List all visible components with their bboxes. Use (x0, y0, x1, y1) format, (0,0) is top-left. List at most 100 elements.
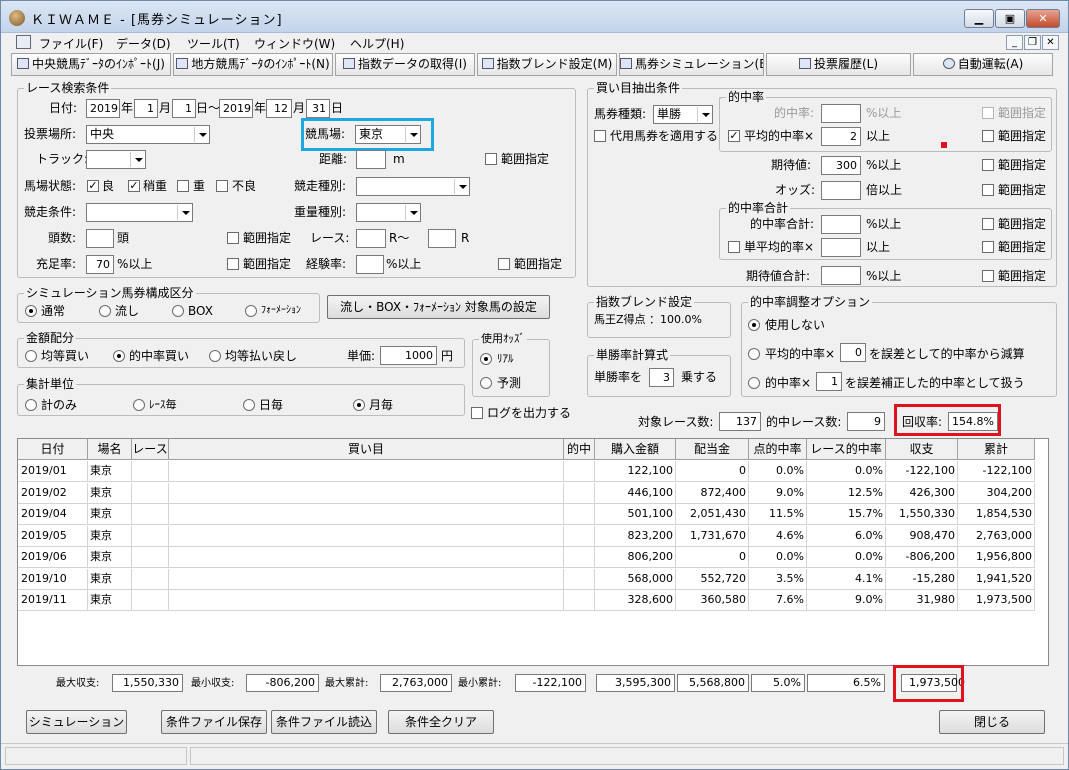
odds-real-radio[interactable] (480, 353, 492, 365)
unit-price-input[interactable]: 1000 (380, 346, 437, 365)
to-day-input[interactable]: 31 (306, 99, 330, 118)
distance-range-checkbox[interactable] (485, 153, 497, 165)
agg-day-radio[interactable] (243, 399, 255, 411)
sim-box-radio[interactable] (172, 305, 184, 317)
column-header[interactable]: 累計 (958, 439, 1035, 460)
set-target-horse-button[interactable]: 流し・BOX・ﾌｫｰﾒｰｼｮﾝ 対象馬の設定 (327, 295, 550, 319)
single-range-checkbox[interactable] (982, 241, 994, 253)
column-header[interactable]: 日付 (18, 439, 88, 460)
weight-select[interactable] (356, 203, 421, 222)
money-payout-radio[interactable] (209, 350, 221, 362)
adjust-none-radio[interactable] (748, 319, 760, 331)
hit-range-checkbox[interactable] (982, 107, 994, 119)
menu-window[interactable]: ウィンドウ(W) (254, 35, 335, 52)
auto-run-button[interactable]: 自動運転(A) (913, 53, 1053, 76)
to-month-input[interactable]: 12 (266, 99, 292, 118)
adjust-sub-radio[interactable] (748, 348, 760, 360)
vote-history-button[interactable]: 投票履歴(L) (766, 53, 911, 76)
money-hit-radio[interactable] (113, 350, 125, 362)
minimize-icon[interactable]: ▁ (964, 9, 994, 28)
ev-sum-input[interactable] (821, 266, 861, 285)
exp-range-checkbox[interactable] (498, 258, 510, 270)
ev-input[interactable]: 300 (821, 156, 861, 175)
save-cond-button[interactable]: 条件ファイル保存 (161, 710, 267, 734)
avg-input[interactable]: 2 (821, 127, 861, 146)
agg-month-radio[interactable] (353, 399, 365, 411)
odds-input[interactable] (821, 181, 861, 200)
track-select[interactable] (86, 150, 146, 169)
from-day-input[interactable]: 1 (172, 99, 196, 118)
proxy-checkbox[interactable] (594, 130, 606, 142)
sum-input[interactable] (821, 215, 861, 234)
cond-heavy-checkbox[interactable] (177, 180, 189, 192)
evs-range-checkbox[interactable] (982, 270, 994, 282)
cond-slight-checkbox[interactable]: ✓ (128, 180, 140, 192)
column-header[interactable]: 収支 (886, 439, 958, 460)
race-to-input[interactable] (428, 229, 456, 248)
sim-nagashi-radio[interactable] (99, 305, 111, 317)
adjust-corr-radio[interactable] (748, 377, 760, 389)
sum-range-checkbox[interactable] (982, 218, 994, 230)
avg-checkbox[interactable]: ✓ (728, 130, 740, 142)
column-header[interactable]: 的中 (564, 439, 595, 460)
ev-range-checkbox[interactable] (982, 159, 994, 171)
menu-help[interactable]: ヘルプ(H) (350, 35, 404, 52)
blend-settings-button[interactable]: 指数ブレンド設定(M) (477, 53, 617, 76)
single-calc-input[interactable]: 3 (649, 368, 674, 387)
bet-type-select[interactable]: 単勝 (653, 105, 713, 124)
from-month-input[interactable]: 1 (134, 99, 158, 118)
column-header[interactable]: 購入金額 (595, 439, 676, 460)
distance-input[interactable] (356, 150, 386, 169)
import-central-button[interactable]: 中央競馬ﾃﾞｰﾀのｲﾝﾎﾟｰﾄ(J) (11, 53, 171, 76)
fill-range-checkbox[interactable] (227, 258, 239, 270)
adjust-sub-input[interactable]: 0 (840, 343, 866, 362)
single-avg-checkbox[interactable] (728, 241, 740, 253)
log-output-checkbox[interactable] (471, 407, 483, 419)
menu-tools[interactable]: ツール(T) (187, 35, 240, 52)
close-icon[interactable]: ✕ (1026, 9, 1060, 28)
odds-forecast-radio[interactable] (480, 377, 492, 389)
agg-total-radio[interactable] (25, 399, 37, 411)
mdi-close-icon[interactable]: ✕ (1042, 35, 1059, 50)
from-year-input[interactable]: 2019 (86, 99, 120, 118)
odds-range-checkbox[interactable] (982, 184, 994, 196)
fetch-index-button[interactable]: 指数データの取得(I) (335, 53, 475, 76)
clear-cond-button[interactable]: 条件全クリア (388, 710, 494, 734)
bet-sim-button[interactable]: 馬券シミュレーション(B) (619, 53, 764, 76)
to-year-input[interactable]: 2019 (219, 99, 253, 118)
sim-formation-radio[interactable] (245, 305, 257, 317)
fill-input[interactable]: 70 (86, 255, 114, 274)
sim-normal-radio[interactable] (25, 305, 37, 317)
menu-data[interactable]: データ(D) (116, 35, 171, 52)
hit-input[interactable] (821, 104, 861, 123)
maximize-icon[interactable]: ▣ (995, 9, 1025, 28)
import-local-button[interactable]: 地方競馬ﾃﾞｰﾀのｲﾝﾎﾟｰﾄ(N) (173, 53, 333, 76)
heads-range-checkbox[interactable] (227, 232, 239, 244)
load-cond-button[interactable]: 条件ファイル読込 (271, 710, 377, 734)
race-cond-select[interactable] (86, 203, 193, 222)
kind-select[interactable] (356, 177, 470, 196)
exp-input[interactable] (356, 255, 384, 274)
column-header[interactable]: 点的中率 (749, 439, 807, 460)
cond-bad-checkbox[interactable] (216, 180, 228, 192)
avg-range-checkbox[interactable] (982, 130, 994, 142)
heads-input[interactable] (86, 229, 114, 248)
agg-race-radio[interactable] (133, 399, 145, 411)
money-even-radio[interactable] (25, 350, 37, 362)
race-from-input[interactable] (356, 229, 386, 248)
simulate-button[interactable]: シミュレーション (26, 710, 127, 734)
venue-select[interactable]: 中央 (86, 125, 210, 144)
cond-good-checkbox[interactable]: ✓ (87, 180, 99, 192)
column-header[interactable]: レース (132, 439, 169, 460)
column-header[interactable]: レース的中率 (807, 439, 886, 460)
mdi-restore-icon[interactable]: ❐ (1024, 35, 1041, 50)
column-header[interactable]: 配当金 (676, 439, 749, 460)
close-button[interactable]: 閉じる (939, 710, 1045, 734)
menu-file[interactable]: ファイル(F) (39, 35, 103, 52)
results-table[interactable]: 日付 場名 レース 買い目 的中 購入金額 配当金 点的中率 レース的中率 収支 累計 2019/01… (17, 438, 1049, 666)
column-header[interactable]: 場名 (88, 439, 132, 460)
course-select[interactable]: 東京 (355, 125, 421, 144)
adjust-corr-input[interactable]: 1 (816, 372, 842, 391)
column-header[interactable]: 買い目 (169, 439, 564, 460)
mdi-minimize-icon[interactable]: _ (1006, 35, 1023, 50)
